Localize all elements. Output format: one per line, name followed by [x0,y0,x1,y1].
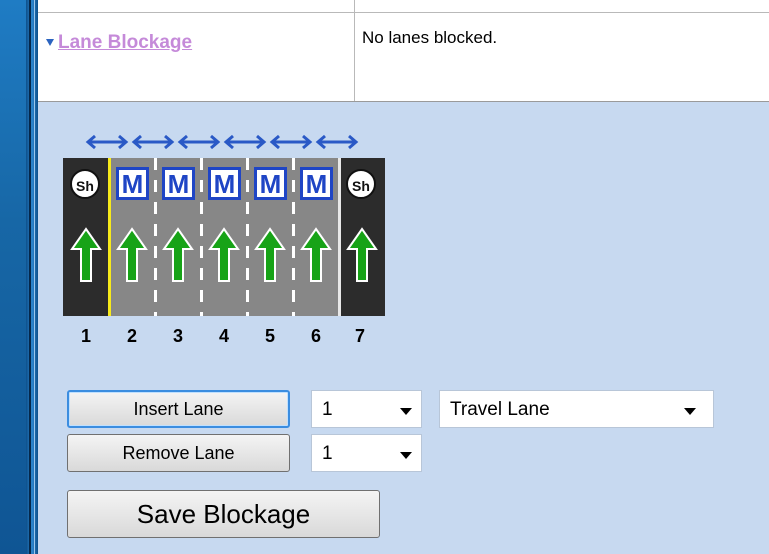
managed-lane-badge[interactable]: M [116,167,149,200]
managed-lane-badge[interactable]: M [208,167,241,200]
up-arrow-icon[interactable] [208,227,240,283]
lane-blockage-link[interactable]: Lane Blockage [58,32,192,54]
shoulder-badge[interactable]: Sh [70,169,100,199]
lane-divider [246,158,249,316]
chevron-down-icon[interactable] [400,408,412,415]
lane-type-value: Travel Lane [450,399,550,420]
up-arrow-icon[interactable] [346,227,378,283]
lane-type-select[interactable]: Travel Lane [439,390,714,428]
lane-divider [154,158,157,316]
insert-position-select[interactable]: 1 [311,390,422,428]
lane-number: 6 [310,326,321,346]
previous-row [38,0,769,13]
expand-triangle-icon[interactable] [46,39,54,46]
up-arrow-icon[interactable] [116,227,148,283]
lane-number: 7 [354,326,365,346]
lane-number: 3 [172,326,183,346]
managed-lane-badge[interactable]: M [254,167,287,200]
chevron-down-icon[interactable] [684,408,696,415]
remove-position-value: 1 [322,443,333,464]
lane-status-text: No lanes blocked. [362,28,498,47]
up-arrow-icon[interactable] [300,227,332,283]
lane-shift-arrows[interactable] [85,130,363,156]
lane-diagram: Sh M M M M M Sh 1 2 3 4 5 6 7 [63,130,393,350]
lane-number: 5 [264,326,275,346]
up-arrow-icon[interactable] [162,227,194,283]
lane-number: 4 [218,326,229,346]
lane-number: 1 [80,326,91,346]
up-arrow-icon[interactable] [254,227,286,283]
managed-lane-badge[interactable]: M [300,167,333,200]
column-divider [354,0,355,102]
remove-lane-button[interactable]: Remove Lane [67,434,290,472]
white-edge-line [338,158,341,316]
shoulder-badge[interactable]: Sh [346,169,376,199]
lane-number: 2 [126,326,137,346]
window-frame [26,0,38,554]
insert-position-value: 1 [322,399,333,420]
yellow-edge-line [108,158,111,316]
lane-divider [292,158,295,316]
remove-position-select[interactable]: 1 [311,434,422,472]
insert-lane-button[interactable]: Insert Lane [67,390,290,428]
up-arrow-icon[interactable] [70,227,102,283]
lane-divider [200,158,203,316]
save-blockage-button[interactable]: Save Blockage [67,490,380,538]
managed-lane-badge[interactable]: M [162,167,195,200]
chevron-down-icon[interactable] [400,452,412,459]
